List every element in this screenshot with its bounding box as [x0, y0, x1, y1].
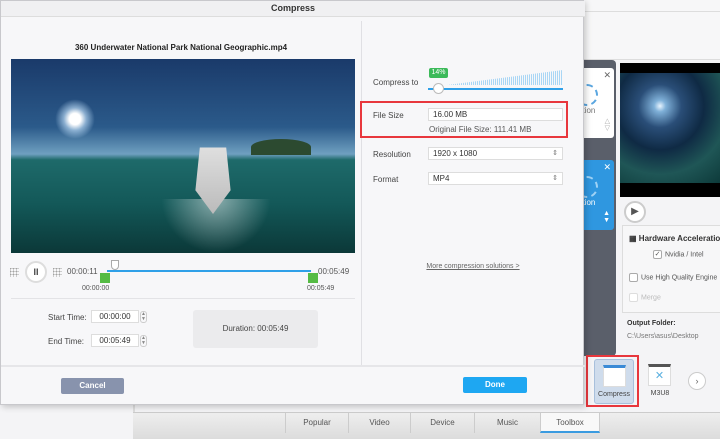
gear-icon: [584, 84, 598, 106]
format-label: Format: [373, 175, 399, 184]
hardware-accel-label: Hardware Acceleration: [638, 234, 720, 243]
percent-badge: 14%: [429, 68, 448, 78]
tab-popular[interactable]: Popular: [285, 413, 348, 433]
chevron-updown-icon: ⇕: [552, 175, 558, 182]
trim-end-handle[interactable]: [308, 273, 318, 283]
grip-icon: [53, 268, 62, 277]
done-button[interactable]: Done: [463, 377, 527, 393]
divider: [1, 365, 585, 367]
task-card-selected[interactable]: ✕ otion ▲▼: [584, 160, 614, 230]
original-file-size: Original File Size: 111.41 MB: [429, 125, 532, 134]
merge-checkbox[interactable]: Merge: [629, 293, 661, 302]
hardware-icon: ▦: [629, 234, 637, 243]
pause-button[interactable]: II: [25, 261, 47, 283]
file-size-label: File Size: [373, 111, 404, 120]
video-player[interactable]: [11, 59, 355, 253]
resolution-label: Resolution: [373, 150, 411, 159]
app-header: [584, 0, 720, 60]
compress-dialog: Compress 360 Underwater National Park Na…: [0, 0, 585, 405]
compress-slider[interactable]: [428, 88, 563, 90]
trim-track[interactable]: [107, 270, 311, 272]
start-time-stepper[interactable]: ▲ ▼: [140, 311, 147, 323]
nvidia-checkbox[interactable]: ✓ Nvidia / Intel: [653, 250, 704, 259]
compress-to-label: Compress to: [373, 78, 419, 87]
compression-ramp: [447, 70, 563, 85]
tools-icon: ✕: [648, 364, 671, 386]
end-time-stepper[interactable]: ▲ ▼: [140, 335, 147, 347]
playhead-handle[interactable]: [111, 260, 119, 270]
format-select[interactable]: MP4 ⇕: [428, 172, 563, 185]
close-icon[interactable]: ✕: [603, 70, 611, 81]
file-name: 360 Underwater National Park National Ge…: [74, 43, 288, 52]
task-list: ✕ otion △▽ ✕ otion ▲▼: [584, 60, 616, 356]
duration-display: Duration: 00:05:49: [193, 310, 318, 348]
end-time-display: 00:05:49: [318, 267, 350, 276]
file-size-input[interactable]: 16.00 MB: [428, 108, 563, 121]
chevron-updown-icon: ⇕: [552, 150, 558, 157]
tab-music[interactable]: Music: [474, 413, 540, 433]
tool-label: M3U8: [650, 390, 670, 397]
divider: [11, 298, 355, 299]
output-folder-path[interactable]: C:\Users\asus\Desktop: [627, 333, 699, 340]
gear-icon: [584, 176, 598, 198]
divider: [361, 21, 362, 366]
more-compression-link[interactable]: More compression solutions >: [361, 263, 585, 270]
high-quality-checkbox[interactable]: Use High Quality Engine: [629, 273, 717, 282]
end-time-input[interactable]: 00:05:49: [91, 334, 139, 347]
task-card[interactable]: ✕ otion △▽: [584, 68, 614, 138]
output-folder-label: Output Folder:: [627, 320, 676, 327]
tab-video[interactable]: Video: [348, 413, 410, 433]
preview-video: [620, 63, 720, 197]
tab-toolbox[interactable]: Toolbox: [540, 413, 600, 433]
end-time-label: End Time:: [48, 337, 85, 346]
start-time-label: Start Time:: [48, 313, 87, 322]
highlight-box: [586, 355, 639, 407]
current-time: 00:00:11: [67, 267, 98, 276]
task-option-label: otion: [584, 106, 596, 115]
task-option-label: otion: [584, 198, 596, 207]
close-icon[interactable]: ✕: [603, 162, 611, 173]
grip-icon: [10, 268, 19, 277]
next-arrow-button[interactable]: ›: [688, 372, 706, 390]
settings-panel: ▦ Hardware Acceleration ✓ Nvidia / Intel …: [622, 225, 720, 313]
start-time-input[interactable]: 00:00:00: [91, 310, 139, 323]
range-end-label: 00:05:49: [307, 285, 335, 292]
trim-start-handle[interactable]: [100, 273, 110, 283]
cancel-button[interactable]: Cancel: [61, 378, 124, 394]
range-start-label: 00:00:00: [82, 285, 110, 292]
reorder-arrows-icon[interactable]: △ ▽: [605, 118, 610, 132]
resolution-select[interactable]: 1920 x 1080 ⇕: [428, 147, 563, 160]
reorder-arrows-icon[interactable]: ▲ ▼: [603, 210, 610, 224]
m3u8-tool-button[interactable]: ✕ M3U8: [640, 359, 680, 404]
dialog-title: Compress: [1, 1, 585, 17]
tab-device[interactable]: Device: [410, 413, 474, 433]
play-button[interactable]: ▶: [624, 201, 646, 223]
compress-slider-knob[interactable]: [433, 83, 444, 94]
